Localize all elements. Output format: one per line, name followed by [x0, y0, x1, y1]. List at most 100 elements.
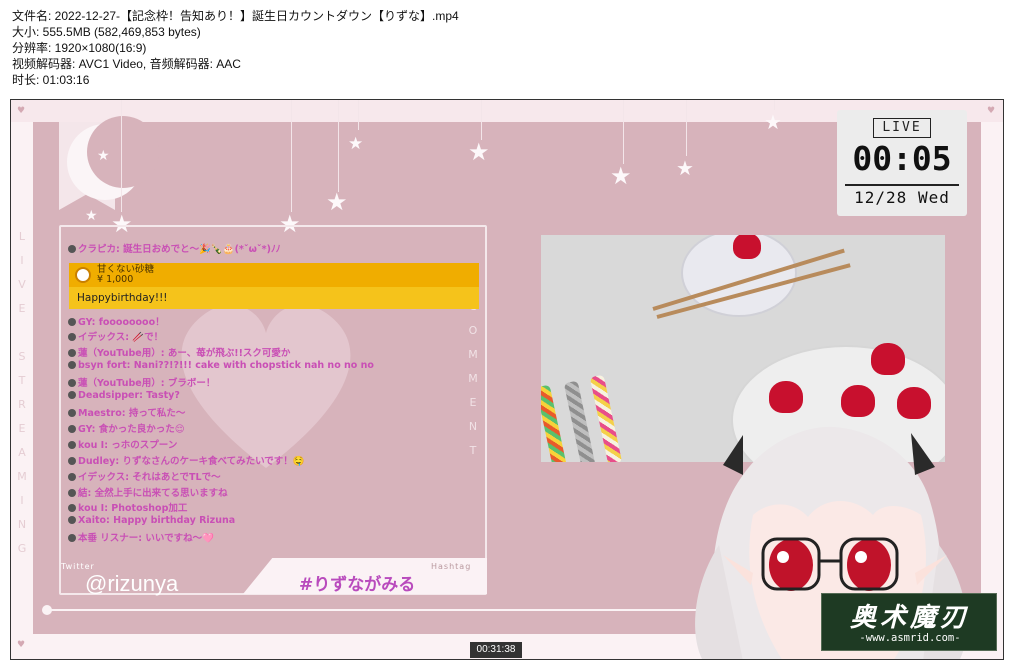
hashtag-text: #りずながみる [299, 575, 416, 595]
vertical-letter: G [17, 542, 27, 555]
chat-message: イデックス: 🥢で！ [68, 329, 163, 343]
watermark-logo: 奥术魔刃 -www.asmrid.com- [821, 593, 997, 651]
star-icon: ★ [97, 148, 110, 164]
vertical-letter: O [468, 324, 478, 337]
vertical-letter: I [20, 494, 24, 507]
chat-message: クラピカ: 誕生日おめでと〜🎉🍾🎂(*ˇωˇ*)ﾉﾉ [68, 241, 280, 255]
avatar [68, 516, 76, 524]
vertical-letter: R [18, 398, 26, 411]
file-codec: 视频解码器: AVC1 Video, 音频解码器: AAC [12, 57, 241, 71]
star-icon: ★ [676, 156, 694, 180]
avatar [68, 318, 76, 326]
chat-message: Xaito: Happy birthday Rizuna [68, 515, 235, 526]
vertical-letter: M [468, 348, 478, 361]
star-string [774, 100, 775, 110]
vertical-letter: M [17, 470, 27, 483]
vertical-letter: M [468, 372, 478, 385]
avatar [68, 349, 76, 357]
superchat-card: 甘くない砂糖 ¥ 1,000 Happybirthday!!! [69, 263, 479, 309]
superchat-avatar [75, 267, 91, 283]
vertical-letter: V [18, 278, 26, 291]
star-icon: ★ [348, 134, 364, 154]
corner-heart-icon: ♥ [17, 640, 26, 650]
vertical-letter: I [20, 254, 24, 267]
file-name: 文件名: 2022-12-27-【記念枠！告知あり！】誕生日カウントダウン【りず… [12, 9, 459, 23]
hashtag-label: Hashtag [431, 562, 472, 571]
corner-heart-icon: ♥ [987, 106, 996, 116]
avatar [68, 489, 76, 497]
avatar [68, 379, 76, 387]
clock-time: 00:05 [852, 139, 952, 178]
vertical-letter: T [18, 374, 26, 387]
star-string [623, 100, 624, 164]
chat-message: 蓮（YouTube用）: あー、苺が飛ぶ!!スク可愛か [68, 345, 290, 359]
avatar [68, 409, 76, 417]
superchat-header: 甘くない砂糖 ¥ 1,000 [69, 263, 479, 287]
comment-vertical-label: COMMENT [466, 295, 480, 463]
star-icon: ★ [610, 162, 632, 190]
chat-message: イデックス: それはあとでTLで〜 [68, 469, 221, 483]
vertical-letter: T [469, 444, 477, 457]
vertical-letter [15, 321, 29, 345]
avatar [68, 245, 76, 253]
vertical-letter: L [18, 230, 26, 243]
file-info-panel: 文件名: 2022-12-27-【記念枠！告知あり！】誕生日カウントダウン【りず… [12, 8, 459, 88]
superchat-amount: ¥ 1,000 [97, 274, 134, 285]
avatar [68, 457, 76, 465]
avatar [68, 441, 76, 449]
avatar [68, 333, 76, 341]
stream-progress-line [47, 609, 707, 611]
sprinkle-bottle [541, 384, 569, 462]
chat-message: bsyn fort: Nani??!?!!! cake with chopsti… [68, 360, 374, 371]
watermark-title: 奥术魔刃 [849, 603, 970, 633]
twitter-handle: @rizunya [85, 571, 179, 596]
vertical-letter: E [18, 302, 26, 315]
stream-progress-knob [42, 605, 52, 615]
vertical-letter: S [18, 350, 26, 363]
chat-message: GY: foooooooo！ [68, 314, 165, 328]
chat-message: Deadsipper: Tasty? [68, 390, 180, 401]
chat-message: kou I: っホのスプーン [68, 437, 177, 451]
clock-date: 12/28 Wed [854, 188, 950, 207]
chat-message: GY: 食かった良かった😌 [68, 421, 185, 435]
star-string [291, 100, 292, 212]
vertical-letter: N [17, 518, 27, 531]
chat-message: 結: 全然上手に出来てる思いますね [68, 485, 228, 499]
star-string [338, 100, 339, 192]
superchat-name: 甘くない砂糖 [97, 264, 155, 275]
watermark-url: -www.asmrid.com- [859, 632, 961, 644]
file-resolution: 分辨率: 1920×1080(16:9) [12, 41, 147, 55]
star-string [481, 100, 482, 140]
chat-message: kou I: Photoshop加工 [68, 500, 187, 514]
chat-message: Maestro: 持って私た〜 [68, 405, 185, 419]
star-string [358, 100, 359, 130]
star-string [686, 100, 687, 156]
video-frame[interactable]: ♥ ♥ ♥ ♥ LIVE STREAMING ★ ★ ★ ★ ★ ★ ★ ★ ★… [10, 99, 1004, 660]
vertical-letter: E [469, 396, 477, 409]
chat-message: 蓮（YouTube用）: ブラボー！ [68, 375, 215, 389]
twitter-label: Twitter [61, 562, 95, 571]
avatar [68, 473, 76, 481]
live-streaming-side-text: LIVE STREAMING [15, 225, 29, 561]
star-icon: ★ [326, 188, 348, 216]
vertical-letter: N [468, 420, 478, 433]
superchat-message: Happybirthday!!! [69, 287, 479, 309]
corner-heart-icon: ♥ [17, 106, 26, 116]
avatar [68, 361, 76, 369]
avatar [68, 504, 76, 512]
chat-message: 本垂 リスナー: いいですね〜🩷 [68, 530, 214, 544]
star-icon: ★ [764, 110, 782, 134]
file-duration: 时长: 01:03:16 [12, 73, 90, 87]
player-timestamp: 00:31:38 [470, 642, 522, 658]
strawberry [733, 235, 761, 259]
strawberry [871, 343, 905, 375]
star-string [121, 100, 122, 212]
avatar [68, 425, 76, 433]
live-badge: LIVE [873, 118, 931, 138]
chat-message: Dudley: りずなさんのケーキ食べてみたいです！🤤 [68, 453, 305, 467]
sprinkle-bottle [589, 374, 623, 462]
sprinkle-bottle [563, 380, 597, 462]
live-clock: LIVE 00:05 12/28 Wed [837, 110, 967, 216]
avatar [68, 391, 76, 399]
file-size: 大小: 555.5MB (582,469,853 bytes) [12, 25, 201, 39]
